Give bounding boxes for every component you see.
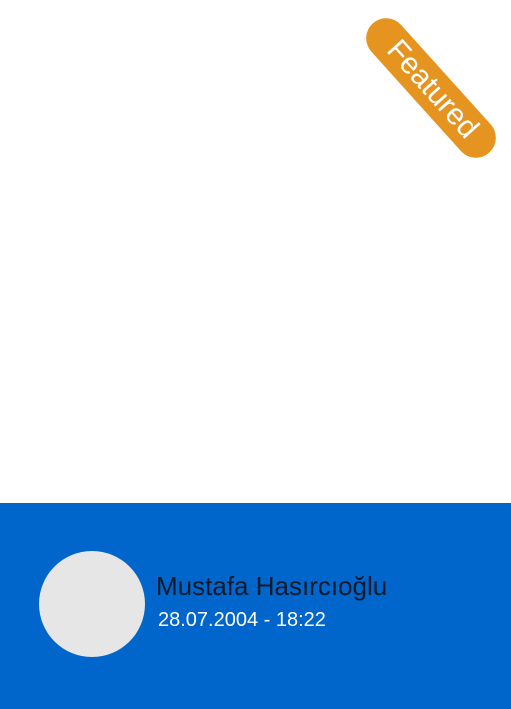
author-avatar[interactable] xyxy=(39,551,145,657)
post-footer: Mustafa Hasırcıoğlu 28.07.2004 - 18:22 xyxy=(0,503,511,709)
post-card[interactable]: Featured Mustafa Hasırcıoğlu 28.07.2004 … xyxy=(0,0,511,709)
author-name[interactable]: Mustafa Hasırcıoğlu xyxy=(156,570,387,602)
post-date: 28.07.2004 - 18:22 xyxy=(158,609,326,631)
